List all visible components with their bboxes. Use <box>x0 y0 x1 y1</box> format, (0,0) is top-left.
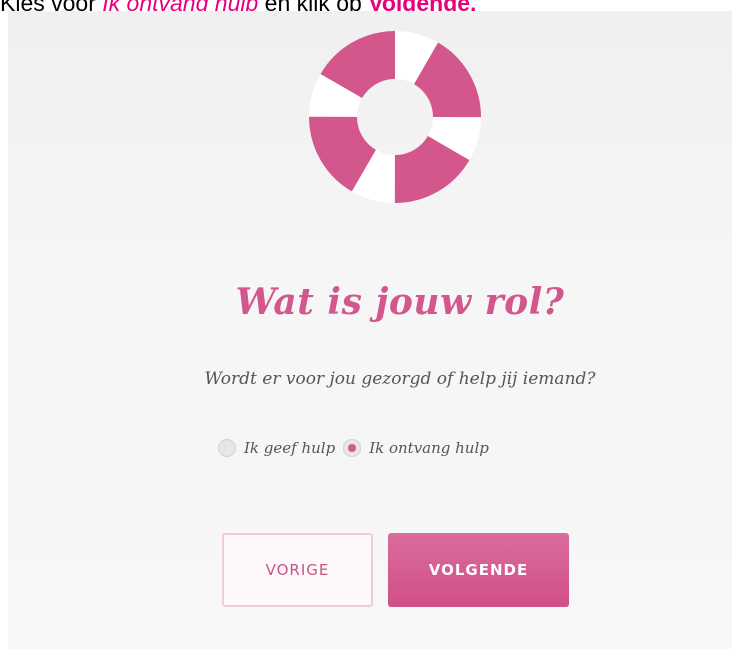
radio-label-receive-help: Ik ontvang hulp <box>369 439 489 457</box>
page-title: Wat is jouw rol? <box>235 281 565 323</box>
role-selection-panel: Wat is jouw rol? Wordt er voor jou gezor… <box>8 11 732 649</box>
radio-option-receive-help[interactable]: Ik ontvang hulp <box>343 439 489 457</box>
lifebuoy-icon <box>309 31 481 203</box>
radio-label-give-help: Ik geef hulp <box>244 439 336 457</box>
radio-button-give-help[interactable] <box>218 439 236 457</box>
role-question: Wordt er voor jou gezorgd of help jij ie… <box>204 369 596 389</box>
role-radio-group: Ik geef hulp Ik ontvang hulp <box>218 437 489 459</box>
previous-button[interactable]: VORIGE <box>222 533 373 607</box>
radio-button-receive-help[interactable] <box>343 439 362 457</box>
next-button[interactable]: VOLGENDE <box>388 533 569 607</box>
radio-option-give-help[interactable]: Ik geef hulp <box>218 439 335 457</box>
